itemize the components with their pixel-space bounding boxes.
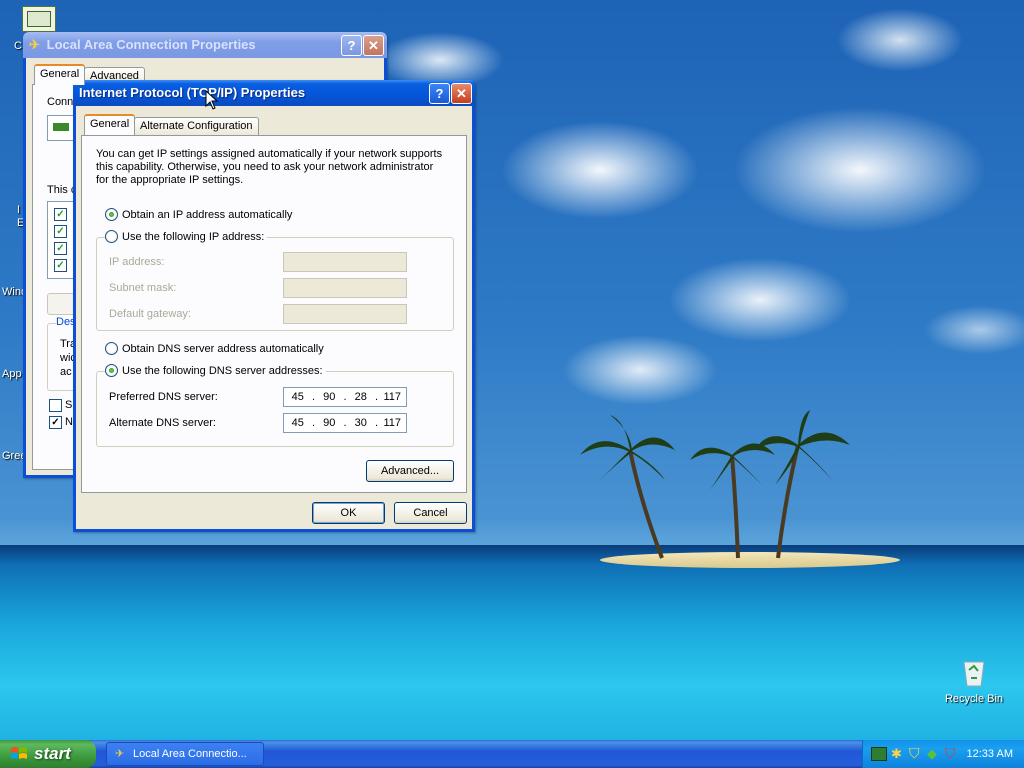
tcpip-tab-general[interactable]: General <box>84 114 136 135</box>
ip-octet[interactable]: 117 <box>379 417 407 429</box>
radio-circle-selected <box>105 364 118 377</box>
cancel-button[interactable]: Cancel <box>394 502 467 524</box>
tcpip-general-panel: You can get IP settings assigned automat… <box>81 135 467 493</box>
component-checkbox[interactable]: ✓ <box>54 208 67 221</box>
radio-circle-selected <box>105 208 118 221</box>
tcpip-help-button[interactable]: ? <box>429 83 450 104</box>
ip-octet[interactable]: 28 <box>347 391 375 403</box>
start-button[interactable]: start <box>0 740 96 768</box>
subnet-mask-field[interactable] <box>283 278 407 298</box>
ip-octet[interactable]: 90 <box>316 417 344 429</box>
lac-tab-general[interactable]: General <box>34 64 86 85</box>
lac-close-button[interactable]: ✕ <box>363 35 384 56</box>
alternate-dns-field[interactable]: 45. 90. 30. 117 <box>283 413 407 433</box>
mouse-pointer-icon <box>205 90 219 110</box>
component-checkbox[interactable]: ✓ <box>54 225 67 238</box>
ip-octet[interactable]: 45 <box>284 417 312 429</box>
component-checkbox[interactable]: ✓ <box>54 242 67 255</box>
description-text: ac <box>60 366 72 378</box>
default-gateway-label: Default gateway: <box>109 308 191 320</box>
preferred-dns-label: Preferred DNS server: <box>109 391 218 403</box>
ip-octet[interactable]: 30 <box>347 417 375 429</box>
tcpip-window-title: Internet Protocol (TCP/IP) Properties <box>79 85 306 100</box>
ip-address-label: IP address: <box>109 256 165 268</box>
desktop-icon-certificate[interactable] <box>22 6 56 32</box>
alternate-dns-label: Alternate DNS server: <box>109 417 216 429</box>
obtain-ip-auto-label: Obtain an IP address automatically <box>122 208 293 221</box>
desktop-icon-fragment: App <box>2 368 22 380</box>
advanced-button[interactable]: Advanced... <box>366 460 454 482</box>
security-shield-icon[interactable]: ⛉ <box>909 745 920 762</box>
show-icon-checkbox[interactable]: ✓ <box>49 399 62 412</box>
subnet-mask-label: Subnet mask: <box>109 282 177 294</box>
default-gateway-field[interactable] <box>283 304 407 324</box>
sea <box>0 545 1024 740</box>
recycle-bin-label: Recycle Bin <box>944 693 1004 705</box>
use-following-dns-radio[interactable]: Use the following DNS server addresses: <box>105 364 326 377</box>
ip-octet[interactable]: 90 <box>316 391 344 403</box>
taskbar-item-local-area-connection[interactable]: ✈ Local Area Connectio... <box>106 742 264 766</box>
network-icon: ✈ <box>115 748 125 760</box>
palm-trees <box>580 410 850 559</box>
tcpip-tab-alternate-configuration[interactable]: Alternate Configuration <box>134 117 259 135</box>
lac-connect-using-label: Conn <box>47 96 74 108</box>
network-adapter-icon <box>53 123 69 131</box>
network-icon: ✈ <box>29 37 40 52</box>
tcpip-close-button[interactable]: ✕ <box>451 83 472 104</box>
update-tray-icon[interactable]: ◆ <box>927 746 937 762</box>
tcpip-titlebar[interactable]: Internet Protocol (TCP/IP) Properties ? … <box>73 80 475 106</box>
tcpip-properties-window: Internet Protocol (TCP/IP) Properties ? … <box>73 80 475 532</box>
dns-group <box>96 371 454 447</box>
desktop-icon-fragment: C <box>14 40 22 52</box>
ip-address-field[interactable] <box>283 252 407 272</box>
preferred-dns-field[interactable]: 45. 90. 28. 117 <box>283 387 407 407</box>
recycle-bin-icon <box>963 661 985 687</box>
recycle-bin-shortcut[interactable]: Recycle Bin <box>942 656 1006 705</box>
lac-window-title: Local Area Connection Properties <box>46 37 256 52</box>
use-following-dns-label: Use the following DNS server addresses: <box>122 364 323 377</box>
use-following-ip-radio[interactable]: Use the following IP address: <box>105 230 268 243</box>
start-label: start <box>34 744 71 763</box>
tcpip-intro-text: You can get IP settings assigned automat… <box>96 148 443 186</box>
obtain-ip-auto-radio[interactable]: Obtain an IP address automatically <box>105 208 292 221</box>
lac-components-label: This c <box>47 184 77 196</box>
lac-help-button[interactable]: ? <box>341 35 362 56</box>
desktop-icon-fragment: I <box>17 204 21 216</box>
clock[interactable]: 12:33 AM <box>967 740 1013 768</box>
ok-button[interactable]: OK <box>312 502 385 524</box>
component-checkbox[interactable]: ✓ <box>54 259 67 272</box>
network-tray-icon[interactable] <box>871 747 887 761</box>
tcpip-window-body: General Alternate Configuration You can … <box>76 106 472 529</box>
ip-octet[interactable]: 117 <box>379 391 407 403</box>
radio-circle <box>105 342 118 355</box>
use-following-ip-label: Use the following IP address: <box>122 230 265 243</box>
tools-tray-icon[interactable]: ✱ <box>891 746 902 762</box>
notify-checkbox[interactable]: ✓ <box>49 416 62 429</box>
system-tray: ✱ ⛉ ◆ ⛉ 12:33 AM <box>862 740 1024 768</box>
radio-circle <box>105 230 118 243</box>
obtain-dns-auto-label: Obtain DNS server address automatically <box>122 342 324 355</box>
taskbar-item-label: Local Area Connectio... <box>133 748 247 760</box>
lac-titlebar[interactable]: ✈ Local Area Connection Properties ? ✕ <box>23 32 387 58</box>
taskbar: start ✈ Local Area Connectio... ✱ ⛉ ◆ ⛉ … <box>0 740 1024 768</box>
warning-shield-icon[interactable]: ⛉ <box>945 745 956 762</box>
ip-octet[interactable]: 45 <box>284 391 312 403</box>
windows-logo-icon <box>11 747 27 759</box>
obtain-dns-auto-radio[interactable]: Obtain DNS server address automatically <box>105 342 324 355</box>
